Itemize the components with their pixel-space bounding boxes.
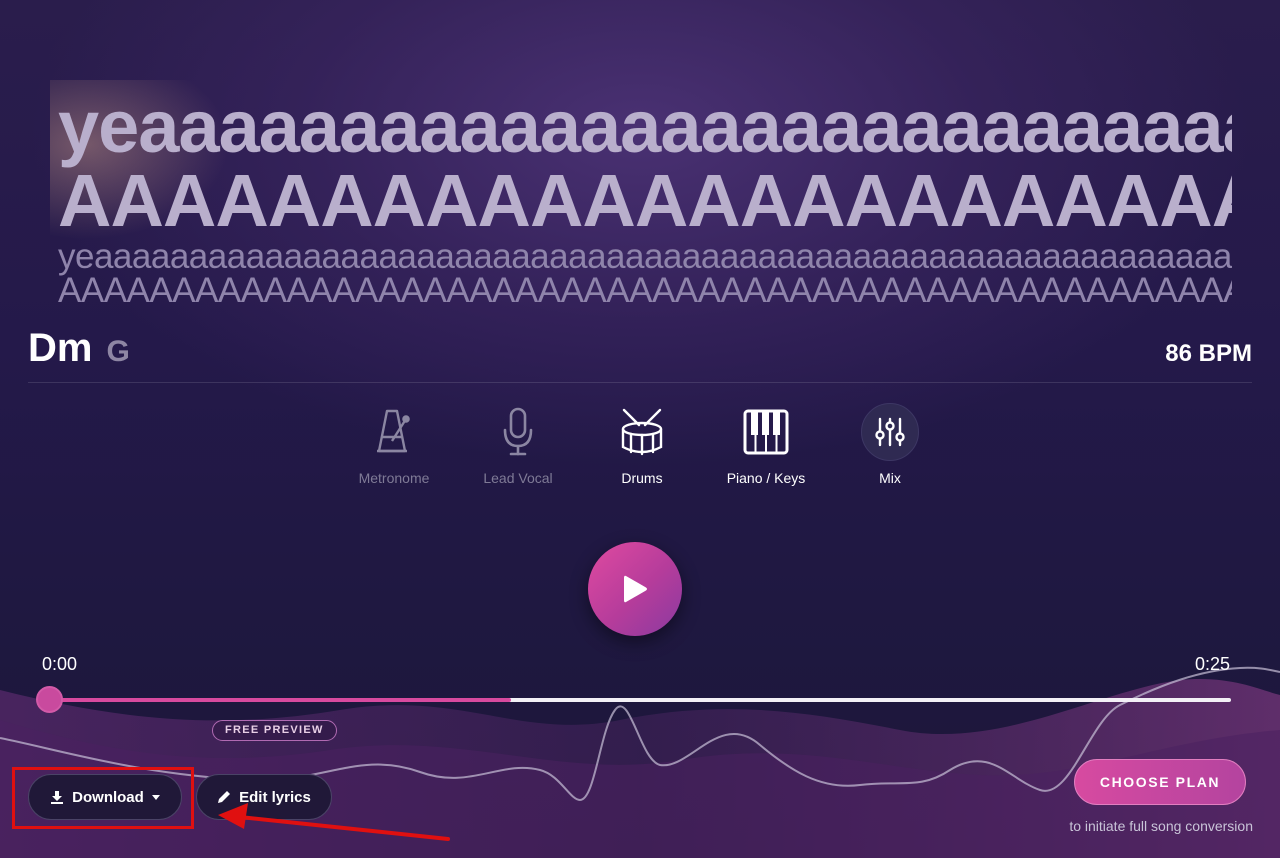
- next-chord: G: [106, 335, 130, 368]
- edit-lyrics-button[interactable]: Edit lyrics: [196, 774, 332, 820]
- divider: [28, 382, 1252, 383]
- play-icon: [624, 575, 647, 603]
- metronome-toggle[interactable]: Metronome: [332, 402, 456, 486]
- bpm-readout: 86 BPM: [1165, 340, 1252, 367]
- lyric-current-line-1: yeaaaaaaaaaaaaaaaaaaaaaaaaaaaaaaaaaa: [58, 85, 1232, 168]
- progress-thumb[interactable]: [36, 686, 63, 713]
- free-preview-badge: FREE PREVIEW: [212, 720, 337, 741]
- pencil-icon: [218, 791, 231, 803]
- chord-display: Dm G: [28, 326, 130, 371]
- total-time: 0:25: [1194, 654, 1230, 674]
- annotation-highlight-box: [12, 767, 194, 829]
- current-chord: Dm: [28, 326, 93, 370]
- piano-keys-icon: [736, 402, 796, 462]
- piano-keys-label: Piano / Keys: [726, 470, 806, 486]
- mix-button[interactable]: Mix: [828, 402, 952, 486]
- elapsed-time: 0:00: [42, 654, 78, 674]
- metronome-label: Metronome: [358, 470, 430, 486]
- plan-note-text: to initiate full song conversion: [1069, 818, 1253, 834]
- free-preview-range: [50, 698, 511, 702]
- choose-plan-button[interactable]: CHOOSE PLAN: [1074, 759, 1246, 805]
- drums-toggle[interactable]: Drums: [580, 402, 704, 486]
- play-button[interactable]: [588, 542, 682, 636]
- instrument-toggles: Metronome Lead Vocal Drums Piano / Keys …: [332, 402, 952, 486]
- lead-vocal-toggle[interactable]: Lead Vocal: [456, 402, 580, 486]
- piano-keys-toggle[interactable]: Piano / Keys: [704, 402, 828, 486]
- mix-label: Mix: [879, 470, 901, 486]
- metronome-icon: [364, 402, 424, 462]
- edit-lyrics-label: Edit lyrics: [239, 788, 311, 806]
- mixer-sliders-icon: [861, 403, 919, 461]
- drums-label: Drums: [621, 470, 663, 486]
- progress-track[interactable]: [50, 698, 1231, 702]
- lyric-next-line-2: AAAAAAAAAAAAAAAAAAAAAAAAAAAAAAAAAAAAAAAA…: [58, 271, 1232, 310]
- lead-vocal-label: Lead Vocal: [483, 470, 553, 486]
- lyric-current-line-2: AAAAAAAAAAAAAAAAAAAAAAAAAAAAAAA: [58, 159, 1232, 242]
- lyrics-display: yeaaaaaaaaaaaaaaaaaaaaaaaaaaa aaaaaaa AAA…: [50, 80, 1232, 310]
- microphone-icon: [488, 402, 548, 462]
- mix-icon-wrap: [860, 402, 920, 462]
- lyric-next-line-1: yeaaaaaaaaaaaaaaaaaaaaaaaaaaaaaaaaaaaaaa…: [58, 237, 1232, 276]
- drum-icon: [612, 402, 672, 462]
